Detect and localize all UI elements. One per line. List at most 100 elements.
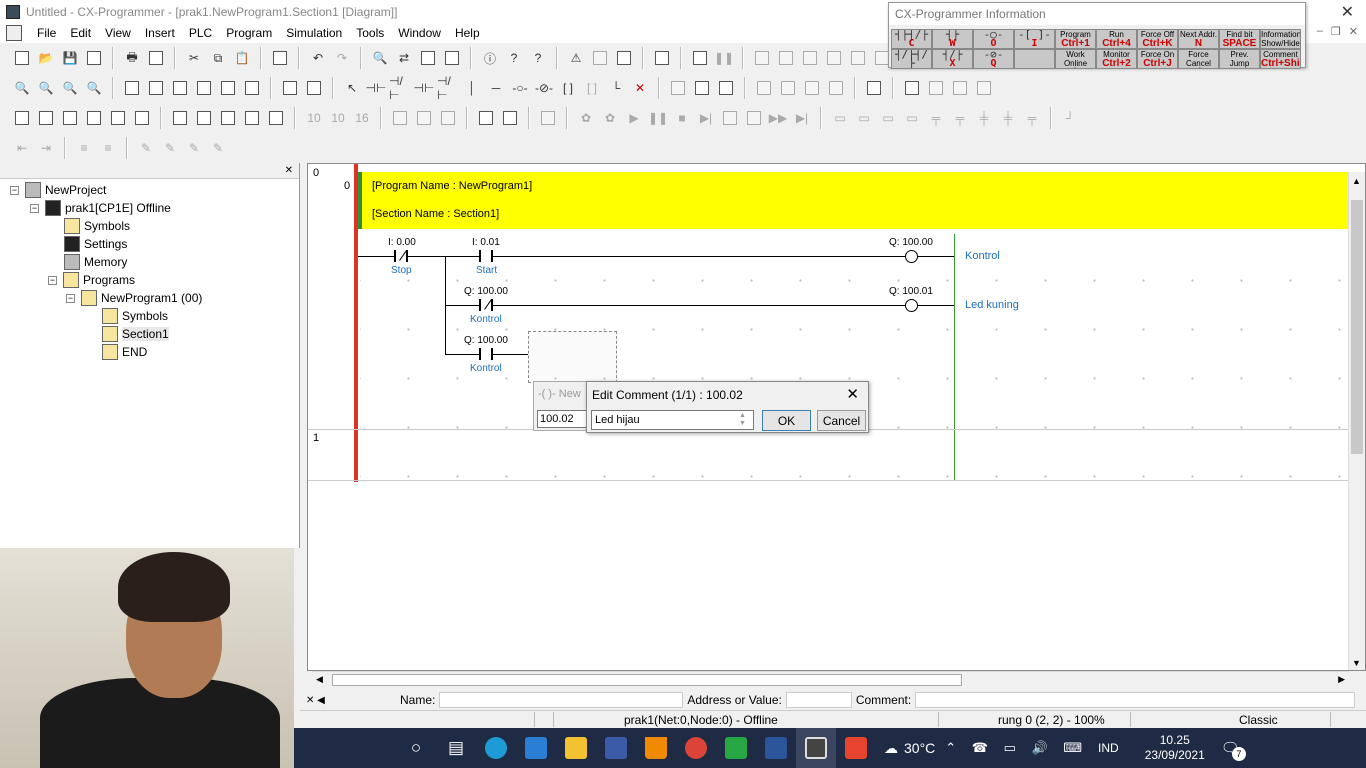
camtasia-icon[interactable] (716, 728, 756, 768)
dev-cpp-icon[interactable] (596, 728, 636, 768)
system-tray-icons[interactable]: ⌃ ☎ ▭ 🔊 ⌨ (945, 740, 1088, 756)
workspace-icon[interactable] (11, 107, 33, 129)
delete-row-icon[interactable]: ▭ (877, 107, 899, 129)
pause-icon[interactable]: ❚❚ (713, 47, 735, 69)
run-to-end-icon[interactable]: ▶| (791, 107, 813, 129)
simulator-icon[interactable] (475, 107, 497, 129)
collapse-icon[interactable]: − (10, 185, 19, 195)
comment-input[interactable] (591, 410, 754, 430)
window-icon[interactable] (107, 107, 129, 129)
replace-icon[interactable]: ⇄ (393, 47, 415, 69)
insert-row-icon[interactable]: ▭ (829, 107, 851, 129)
scroll-thumb[interactable] (332, 674, 962, 686)
select-icon[interactable]: ↖ (341, 77, 363, 99)
tree-item-project[interactable]: − NewProject (10, 181, 106, 199)
menu-program[interactable]: Program (219, 26, 279, 40)
shortcut-cell[interactable]: Force CancelCtrl+L (1178, 49, 1219, 69)
widgets-icon[interactable]: ▤ (436, 728, 476, 768)
redo-icon[interactable]: ↷ (331, 47, 353, 69)
new-or-closed-contact-icon[interactable]: ⊣/⊢ (437, 74, 459, 102)
open-icon[interactable]: 📂 (35, 47, 57, 69)
close-icon[interactable]: ✕ (1341, 2, 1354, 22)
symbols-icon[interactable] (193, 107, 215, 129)
print-preview-icon[interactable] (145, 47, 167, 69)
compare-plc-icon[interactable] (799, 47, 821, 69)
menu-window[interactable]: Window (391, 26, 448, 40)
line-end-icon[interactable]: ┘ (1059, 107, 1081, 129)
delete-column-icon[interactable]: ▭ (901, 107, 923, 129)
split-rung-icon[interactable]: ╤ (925, 107, 947, 129)
format-10s-icon[interactable]: 10 (327, 107, 349, 129)
force-on-icon[interactable] (825, 77, 847, 99)
go-to-icon[interactable] (441, 47, 463, 69)
grid-icon[interactable] (121, 77, 143, 99)
collapse-icon[interactable]: − (30, 203, 39, 213)
properties-icon[interactable] (131, 107, 153, 129)
cancel-button[interactable]: Cancel (817, 410, 866, 431)
io-monitor-icon[interactable] (901, 77, 923, 99)
cx-programmer-icon[interactable] (796, 728, 836, 768)
shortcut-cell[interactable]: ┤├┤/├ C (891, 29, 932, 49)
new-coil-address[interactable]: 100.02 (537, 410, 589, 428)
ladder-icon[interactable] (279, 77, 301, 99)
scroll-down-icon[interactable]: ▼ (1352, 658, 1361, 668)
online-edit-icon[interactable] (651, 47, 673, 69)
vertical-line-icon[interactable]: │ (461, 77, 483, 99)
new-contact-icon[interactable]: ⊣⊢ (365, 77, 387, 99)
task-view-icon[interactable]: ○ (396, 728, 436, 768)
task-icon[interactable] (973, 77, 995, 99)
stop-sim-icon[interactable]: ✿ (575, 107, 597, 129)
rung-icon[interactable] (863, 77, 885, 99)
step-out-icon[interactable] (389, 107, 411, 129)
mail-icon[interactable] (516, 728, 556, 768)
simulation-icon[interactable] (689, 47, 711, 69)
shortcut-cell[interactable] (1014, 49, 1055, 69)
format-16-icon[interactable]: 16 (351, 107, 373, 129)
outdent-icon[interactable]: ⇥ (35, 137, 57, 159)
stop-icon[interactable]: ■ (671, 107, 693, 129)
zoom-fit-icon[interactable]: 🔍 (83, 77, 105, 99)
plc-icon[interactable] (269, 47, 291, 69)
vlc-icon[interactable] (636, 728, 676, 768)
new-instruction-icon[interactable]: [ ] (557, 77, 579, 99)
pause-icon[interactable]: ❚❚ (647, 107, 669, 129)
shortcut-cell[interactable]: Run Ctrl+4 (1096, 29, 1137, 49)
watch-window-icon[interactable] (59, 107, 81, 129)
tree-item-plc[interactable]: − prak1[CP1E] Offline (30, 199, 171, 217)
shortcut-cell[interactable]: Monitor Ctrl+2 (1096, 49, 1137, 69)
menu-help[interactable]: Help (448, 26, 487, 40)
name-field[interactable] (439, 692, 684, 708)
run-icon[interactable]: ▶ (623, 107, 645, 129)
cross-reference-icon[interactable] (417, 47, 439, 69)
menu-file[interactable]: File (30, 26, 63, 40)
file-explorer-icon[interactable] (556, 728, 596, 768)
collapse-icon[interactable]: − (66, 293, 75, 303)
warning-icon[interactable]: ⚠ (565, 47, 587, 69)
zoom-out-icon[interactable]: 🔍 (59, 77, 81, 99)
transfer-from-plc-icon[interactable] (775, 47, 797, 69)
format-10-icon[interactable]: 10 (303, 107, 325, 129)
tree-item-end[interactable]: END (102, 343, 147, 361)
compare-icon[interactable] (83, 47, 105, 69)
insert-column-icon[interactable]: ▭ (853, 107, 875, 129)
breakpoint-icon[interactable] (537, 107, 559, 129)
kontrol-contact[interactable] (479, 348, 493, 360)
view-program-icon[interactable] (241, 107, 263, 129)
line-connect-icon[interactable]: └ (605, 77, 627, 99)
tree-icon[interactable] (241, 77, 263, 99)
context-help-icon[interactable]: ? (527, 47, 549, 69)
save-icon[interactable]: 💾 (59, 47, 81, 69)
shortcut-cell[interactable]: Next Addr. N (1178, 29, 1219, 49)
document-icon[interactable] (6, 25, 22, 41)
branch-end-icon[interactable]: ╤ (1021, 107, 1043, 129)
step-run-icon[interactable]: ▶| (695, 107, 717, 129)
list-icon[interactable] (169, 77, 191, 99)
scroll-thumb[interactable] (1351, 200, 1363, 454)
step-in-icon[interactable] (719, 107, 741, 129)
tree-item-program[interactable]: − NewProgram1 (00) (66, 289, 202, 307)
tree-item-symbols[interactable]: Symbols (64, 217, 130, 235)
output-window-icon[interactable] (35, 107, 57, 129)
simulator-settings-icon[interactable] (499, 107, 521, 129)
view-memory-icon[interactable] (265, 107, 287, 129)
menu-plc[interactable]: PLC (182, 26, 219, 40)
